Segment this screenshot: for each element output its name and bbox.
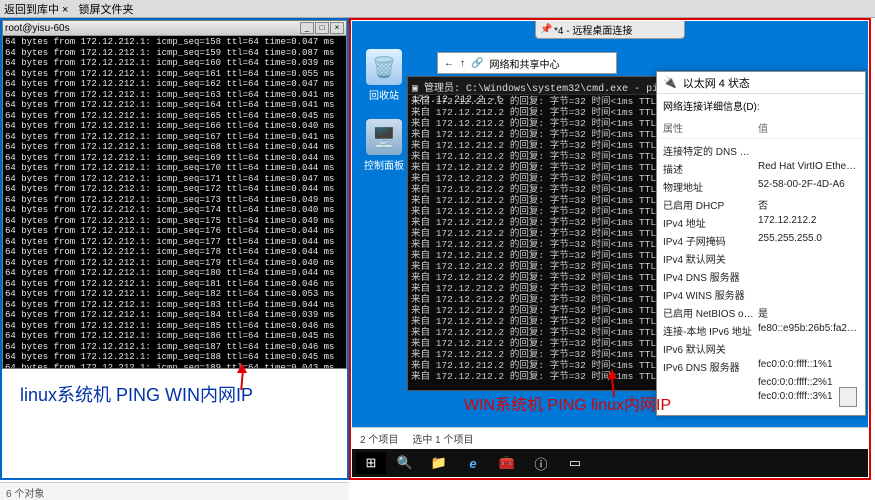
eth-row: 描述Red Hat VirtIO Ethernet Adapter [657,159,865,177]
eth-row: fec0:0:0:ffff::3%1 [657,389,865,403]
taskbar-ie-icon[interactable]: e [458,452,488,474]
maximize-button[interactable]: □ [315,22,329,34]
cmd-icon: ▣ [412,84,418,95]
eth-row: IPv6 DNS 服务器fec0:0:0:ffff::1%1 [657,357,865,375]
taskbar-info-icon[interactable]: ⓘ [526,452,556,474]
linux-caption: linux系统机 PING WIN内网IP [2,369,347,407]
network-center-window[interactable]: ← ↑ 🔗 网络和共享中心 [437,52,617,74]
network-adapter-icon: 🔌 [663,76,677,89]
linux-titlebar[interactable]: root@yisu-60s _ □ × [3,21,346,36]
eth-close-button[interactable] [839,387,857,407]
network-icon: 🔗 [471,58,483,69]
control-panel-icon[interactable]: 🖥️ 控制面板 [360,119,408,172]
windows-taskbar[interactable]: ⊞ 🔍 📁 e 🧰 ⓘ ▭ [352,449,868,477]
eth-row: 连接特定的 DNS 后缀 [657,141,865,159]
taskbar-explorer-icon[interactable]: 📁 [424,452,454,474]
tab-lock-folder[interactable]: 锁屏文件夹 [78,1,133,17]
ethernet-status-window[interactable]: 🔌 以太网 4 状态 网络连接详细信息(D): 属性 值 连接特定的 DNS 后… [656,71,866,416]
eth-row: IPv4 默认网关 [657,249,865,267]
back-arrow-icon[interactable]: ← [444,58,454,69]
host-tab-bar: 返回到库中 × 锁屏文件夹 [0,0,875,18]
tab-return-lib[interactable]: 返回到库中 × [4,1,68,17]
item-count: 2 个项目 [360,431,398,446]
eth-row: 已启用 DHCP否 [657,195,865,213]
start-button[interactable]: ⊞ [356,452,386,474]
eth-row: IPv4 子网掩码255.255.255.0 [657,231,865,249]
linux-panel: root@yisu-60s _ □ × 64 bytes from 172.12… [0,18,349,480]
recycle-bin-icon[interactable]: 🗑️ 回收站 [360,49,408,102]
eth-row: IPv4 DNS 服务器 [657,267,865,285]
up-arrow-icon[interactable]: ↑ [460,58,465,69]
eth-row: IPv4 WINS 服务器 [657,285,865,303]
eth-row: IPv4 地址172.12.212.2 [657,213,865,231]
pin-icon[interactable]: 📌 [540,24,550,35]
eth-row: IPv6 默认网关 [657,339,865,357]
taskbar-server-manager-icon[interactable]: 🧰 [492,452,522,474]
eth-subtitle: 网络连接详细信息(D): [657,94,865,117]
eth-titlebar[interactable]: 🔌 以太网 4 状态 [657,72,865,94]
rdp-panel: 📌 *4 - 远程桌面连接 🗑️ 回收站 🖥️ 控制面板 ← ↑ 🔗 网络和共享… [349,18,871,480]
eth-title-text: 以太网 4 状态 [683,75,750,91]
rdp-title: *4 - 远程桌面连接 [554,22,632,37]
taskbar-search-icon[interactable]: 🔍 [390,452,420,474]
minimize-button[interactable]: _ [300,22,314,34]
linux-terminal-output[interactable]: 64 bytes from 172.12.212.1: icmp_seq=158… [3,36,346,368]
eth-details-list: 连接特定的 DNS 后缀描述Red Hat VirtIO Ethernet Ad… [657,139,865,405]
linux-window-title: root@yisu-60s [5,23,70,34]
eth-header-row: 属性 值 [657,117,865,139]
explorer-statusbar: 2 个项目 选中 1 个项目 [352,427,868,449]
remote-desktop[interactable]: 📌 *4 - 远程桌面连接 🗑️ 回收站 🖥️ 控制面板 ← ↑ 🔗 网络和共享… [352,21,868,477]
eth-row: 连接-本地 IPv6 地址fe80::e95b:26b5:fa2b:b6d4%1 [657,321,865,339]
taskbar-cmd-icon[interactable]: ▭ [560,452,590,474]
selected-count: 选中 1 个项目 [412,431,473,446]
network-center-label: 网络和共享中心 [489,56,559,71]
host-status-bar: 6 个对象 [0,482,349,500]
eth-row: 物理地址52-58-00-2F-4D-A6 [657,177,865,195]
close-button[interactable]: × [330,22,344,34]
win-caption: WIN系统机 PING linux内网IP [464,391,671,415]
eth-row: 已启用 NetBIOS over Tc...是 [657,303,865,321]
linux-terminal-window[interactable]: root@yisu-60s _ □ × 64 bytes from 172.12… [2,20,347,369]
rdp-connection-bar[interactable]: 📌 *4 - 远程桌面连接 [535,21,685,39]
eth-row: fec0:0:0:ffff::2%1 [657,375,865,389]
